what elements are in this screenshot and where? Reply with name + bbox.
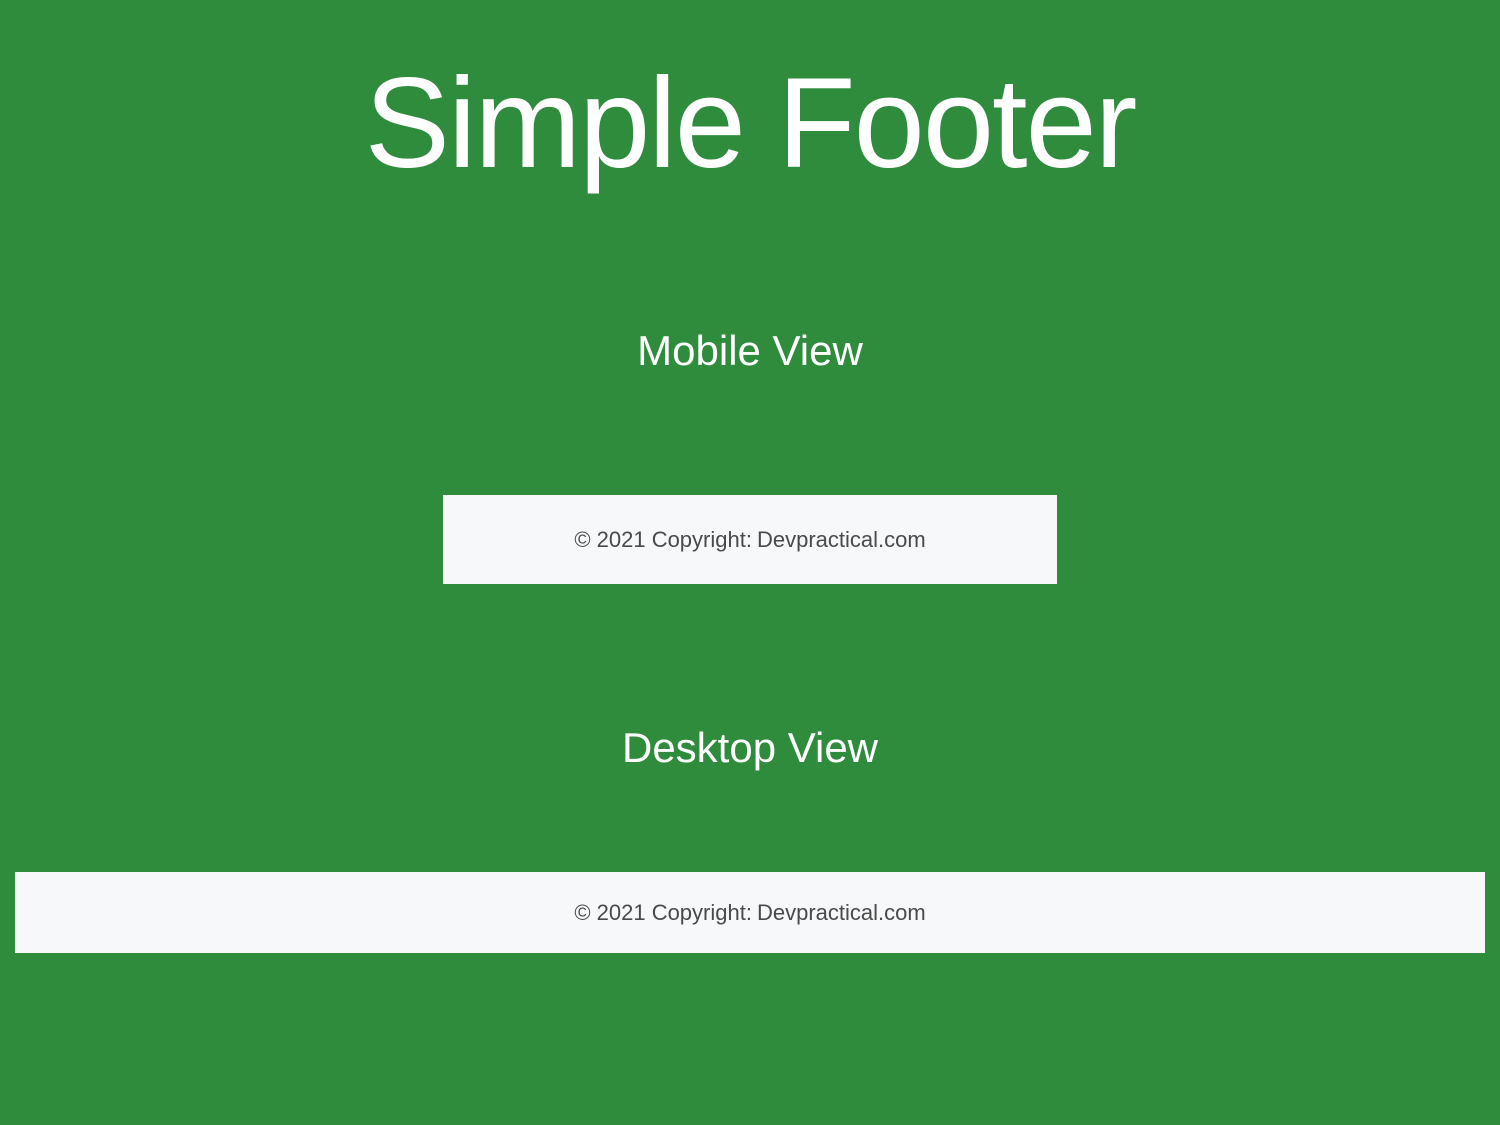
footer-desktop: © 2021 Copyright: Devpractical.com bbox=[15, 872, 1485, 953]
footer-mobile-link[interactable]: Devpractical.com bbox=[757, 527, 926, 553]
footer-mobile-copyright-text: © 2021 Copyright: bbox=[574, 527, 752, 553]
footer-desktop-copyright-text: © 2021 Copyright: bbox=[574, 900, 752, 926]
mobile-view-heading: Mobile View bbox=[637, 327, 863, 375]
footer-desktop-link[interactable]: Devpractical.com bbox=[757, 900, 926, 926]
desktop-view-heading: Desktop View bbox=[622, 724, 878, 772]
footer-mobile: © 2021 Copyright: Devpractical.com bbox=[443, 495, 1057, 584]
page-title: Simple Footer bbox=[365, 50, 1136, 197]
